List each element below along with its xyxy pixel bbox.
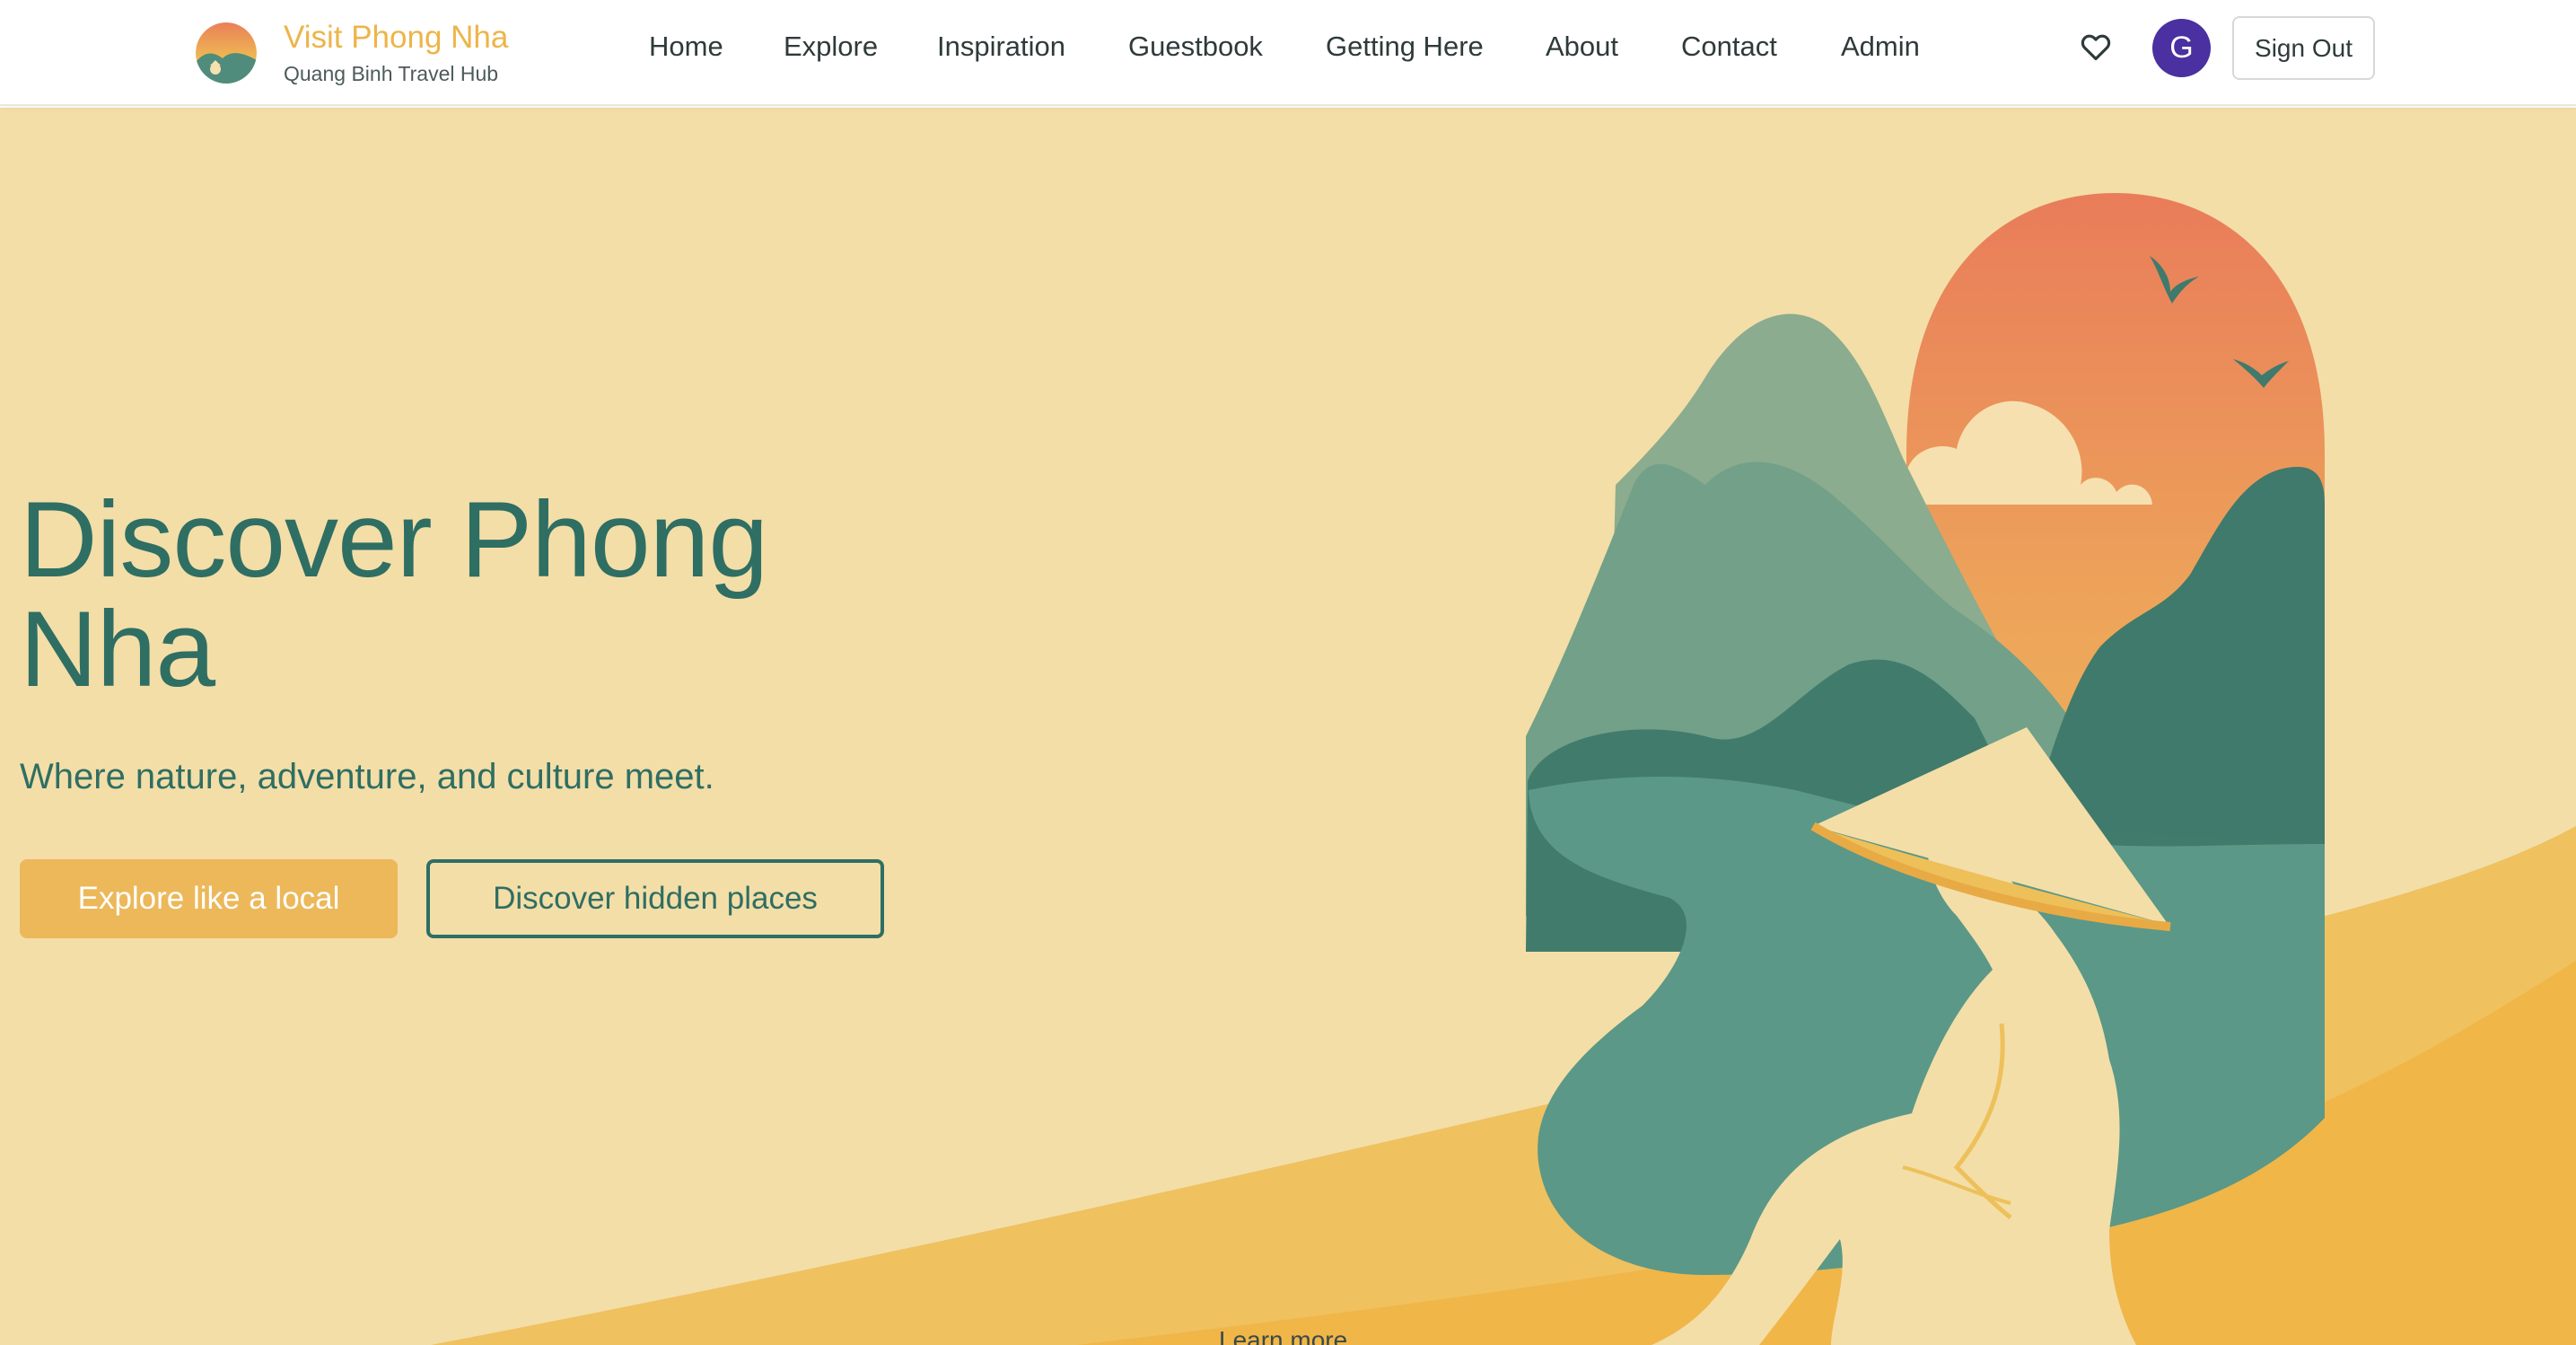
nav-inspiration[interactable]: Inspiration	[937, 29, 1065, 65]
learn-more-link[interactable]: Learn more	[1219, 1325, 1347, 1345]
hero-illustration	[431, 193, 2576, 1345]
nav-admin[interactable]: Admin	[1841, 29, 1920, 65]
sign-out-button[interactable]: Sign Out	[2232, 16, 2375, 80]
brand-logo[interactable]	[196, 22, 257, 84]
favorites-button[interactable]	[2079, 30, 2113, 64]
discover-hidden-button[interactable]: Discover hidden places	[426, 859, 884, 938]
user-avatar[interactable]: G	[2152, 19, 2211, 77]
brand-title[interactable]: Visit Phong Nha	[284, 19, 508, 57]
nav-about[interactable]: About	[1546, 29, 1618, 65]
nav-getting-here[interactable]: Getting Here	[1326, 29, 1484, 65]
explore-local-button[interactable]: Explore like a local	[20, 859, 398, 938]
brand[interactable]: Visit Phong Nha Quang Binh Travel Hub	[196, 13, 508, 93]
nav-guestbook[interactable]: Guestbook	[1128, 29, 1263, 65]
nav-explore[interactable]: Explore	[784, 29, 878, 65]
nav-contact[interactable]: Contact	[1681, 29, 1777, 65]
nav-home[interactable]: Home	[649, 29, 723, 65]
heart-icon	[2081, 34, 2111, 61]
hero-subtitle: Where nature, adventure, and culture mee…	[20, 757, 714, 796]
site-header: Visit Phong Nha Quang Binh Travel Hub Ho…	[0, 0, 2576, 106]
hero-section: Discover Phong Nha Where nature, adventu…	[0, 108, 2576, 1345]
brand-subtitle: Quang Binh Travel Hub	[284, 62, 499, 85]
hero-title: Discover Phong Nha	[20, 479, 768, 709]
